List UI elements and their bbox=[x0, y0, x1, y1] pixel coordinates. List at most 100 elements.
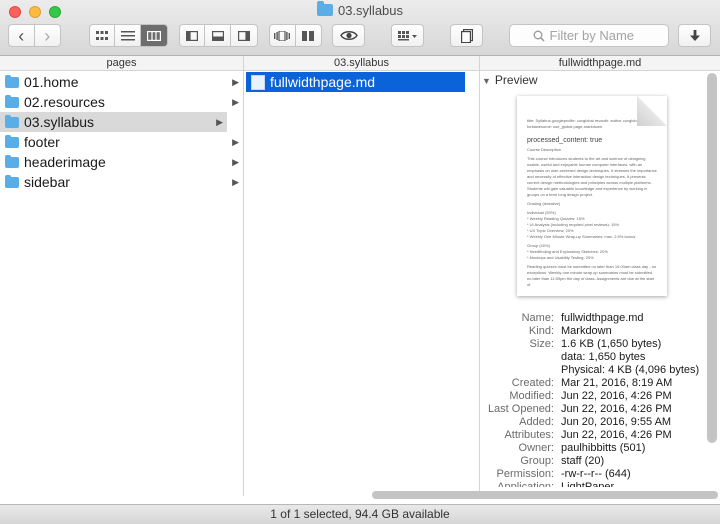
search-icon bbox=[533, 30, 545, 42]
nav-buttons: ‹ › bbox=[8, 24, 61, 47]
share-button[interactable] bbox=[450, 24, 483, 47]
share-doc-icon bbox=[460, 28, 473, 43]
info-value: Markdown bbox=[561, 325, 612, 337]
markdown-file-icon bbox=[251, 74, 265, 90]
info-key bbox=[482, 364, 554, 377]
download-icon bbox=[689, 29, 700, 41]
sidebar-left-icon bbox=[186, 30, 199, 41]
info-key: Application: bbox=[497, 481, 554, 487]
disclosure-arrow-icon: ▶ bbox=[232, 137, 239, 147]
sidebar-right-button[interactable] bbox=[231, 25, 257, 46]
info-value: data: 1,650 bytes bbox=[561, 351, 646, 363]
view-mode-control bbox=[89, 24, 168, 47]
disclosure-arrow-icon: ▶ bbox=[216, 117, 223, 127]
search-input[interactable] bbox=[549, 28, 646, 43]
info-row-permission: Permission: -rw-r--r-- (644) bbox=[482, 468, 699, 481]
thumb-item: * Mockups and Usability Testing: 20% bbox=[527, 255, 594, 260]
vertical-scrollbar[interactable] bbox=[707, 73, 717, 443]
folder-row-footer[interactable]: footer ▶ bbox=[0, 132, 243, 152]
folder-row-resources[interactable]: 02.resources ▶ bbox=[0, 92, 243, 112]
info-value: Jun 22, 2016, 4:26 PM bbox=[561, 390, 672, 402]
file-label: fullwidthpage.md bbox=[270, 74, 376, 90]
info-value: 1.6 KB (1,650 bytes) bbox=[561, 338, 662, 350]
info-row-last-opened: Last Opened: Jun 22, 2016, 4:26 PM bbox=[482, 403, 699, 416]
file-row-fullwidthpage[interactable]: fullwidthpage.md bbox=[246, 72, 465, 92]
folder-row-syllabus[interactable]: 03.syllabus ▶ bbox=[0, 112, 227, 132]
window-title-text: 03.syllabus bbox=[337, 3, 404, 18]
info-row-name: Name: fullwidthpage.md bbox=[482, 312, 699, 325]
folder-icon bbox=[5, 154, 19, 168]
disclosure-arrow-icon: ▶ bbox=[232, 157, 239, 167]
info-row-size: Size: 1.6 KB (1,650 bytes) bbox=[482, 338, 699, 351]
disclosure-arrow-icon: ▶ bbox=[232, 97, 239, 107]
coverflow-icon bbox=[274, 30, 291, 41]
panel-bottom-button[interactable] bbox=[205, 25, 231, 46]
info-key: Created: bbox=[511, 377, 554, 389]
column-header-pages: pages bbox=[0, 56, 244, 71]
window-title: 03.syllabus bbox=[0, 1, 720, 18]
folder-label: sidebar bbox=[24, 174, 70, 190]
list-view-button[interactable] bbox=[115, 25, 141, 46]
column-view-button[interactable] bbox=[140, 25, 167, 46]
info-key: Name: bbox=[521, 312, 554, 324]
download-button[interactable] bbox=[678, 24, 711, 47]
folder-row-home[interactable]: 01.home ▶ bbox=[0, 72, 243, 92]
syllabus-column: fullwidthpage.md bbox=[244, 71, 480, 496]
layout-control bbox=[269, 24, 322, 47]
page-curl-icon bbox=[637, 96, 667, 126]
coverflow-button[interactable] bbox=[270, 25, 296, 46]
info-value: -rw-r--r-- (644) bbox=[561, 468, 631, 480]
info-key: Owner: bbox=[518, 442, 554, 454]
panel-bottom-icon bbox=[211, 30, 224, 41]
info-key: Group: bbox=[520, 455, 554, 467]
split-icon bbox=[302, 30, 315, 41]
disclosure-arrow-icon: ▶ bbox=[232, 177, 239, 187]
search-field[interactable] bbox=[509, 24, 669, 47]
folder-icon bbox=[5, 74, 19, 88]
info-key: Modified: bbox=[509, 390, 554, 402]
arrange-button[interactable] bbox=[391, 24, 424, 47]
thumb-section: Course Description bbox=[527, 147, 562, 152]
pages-column: 01.home ▶ 02.resources ▶ 03.syllabus ▶ f… bbox=[0, 71, 244, 496]
icon-view-button[interactable] bbox=[90, 25, 116, 46]
info-row-physical: Physical: 4 KB (4,096 bytes) bbox=[482, 364, 699, 377]
chevron-right-icon: › bbox=[44, 25, 51, 46]
info-key: Kind: bbox=[528, 325, 554, 337]
sidebar-left-button[interactable] bbox=[180, 25, 206, 46]
info-row-data: data: 1,650 bytes bbox=[482, 351, 699, 364]
info-key: Added: bbox=[519, 416, 554, 428]
split-button[interactable] bbox=[296, 25, 321, 46]
back-button[interactable]: ‹ bbox=[9, 25, 35, 46]
info-value: fullwidthpage.md bbox=[561, 312, 644, 324]
thumb-grading: Grading (tentative) bbox=[527, 201, 561, 206]
folder-icon bbox=[5, 134, 19, 148]
info-key: Size: bbox=[529, 338, 554, 350]
file-preview-thumbnail: title: Syllabus googleprofile: cuxglobal… bbox=[517, 96, 667, 296]
info-row-application: Application: LightPaper bbox=[482, 481, 699, 487]
folder-icon bbox=[5, 174, 19, 188]
info-value: Physical: 4 KB (4,096 bytes) bbox=[561, 364, 700, 376]
forward-button[interactable]: › bbox=[35, 25, 60, 46]
preview-title: Preview bbox=[494, 73, 538, 87]
column-header-preview: fullwidthpage.md bbox=[480, 56, 720, 71]
info-key bbox=[482, 351, 554, 364]
info-row-added: Added: Jun 20, 2016, 9:55 AM bbox=[482, 416, 699, 429]
horizontal-scrollbar[interactable] bbox=[372, 491, 718, 499]
disclosure-down-icon: ▼ bbox=[482, 76, 491, 86]
info-row-kind: Kind: Markdown bbox=[482, 325, 699, 338]
info-key: Last Opened: bbox=[487, 403, 554, 415]
info-value: Jun 20, 2016, 9:55 AM bbox=[561, 416, 672, 428]
icon-view-icon bbox=[96, 30, 109, 40]
thumb-item: * Weekly One Minute Wrap-up Summaries: m… bbox=[527, 234, 636, 239]
preview-header[interactable]: ▼ Preview bbox=[482, 73, 538, 87]
title-toolbar: 03.syllabus ‹ › bbox=[0, 0, 720, 56]
quicklook-button[interactable] bbox=[332, 24, 365, 47]
sidebar-right-icon bbox=[237, 30, 250, 41]
folder-label: 03.syllabus bbox=[24, 114, 95, 130]
folder-row-headerimage[interactable]: headerimage ▶ bbox=[0, 152, 243, 172]
folder-row-sidebar[interactable]: sidebar ▶ bbox=[0, 172, 243, 192]
info-row-group: Group: staff (20) bbox=[482, 455, 699, 468]
folder-label: headerimage bbox=[24, 154, 106, 170]
info-value: paulhibbitts (501) bbox=[561, 442, 646, 454]
thumb-para: This course introduces students to the a… bbox=[527, 156, 657, 197]
